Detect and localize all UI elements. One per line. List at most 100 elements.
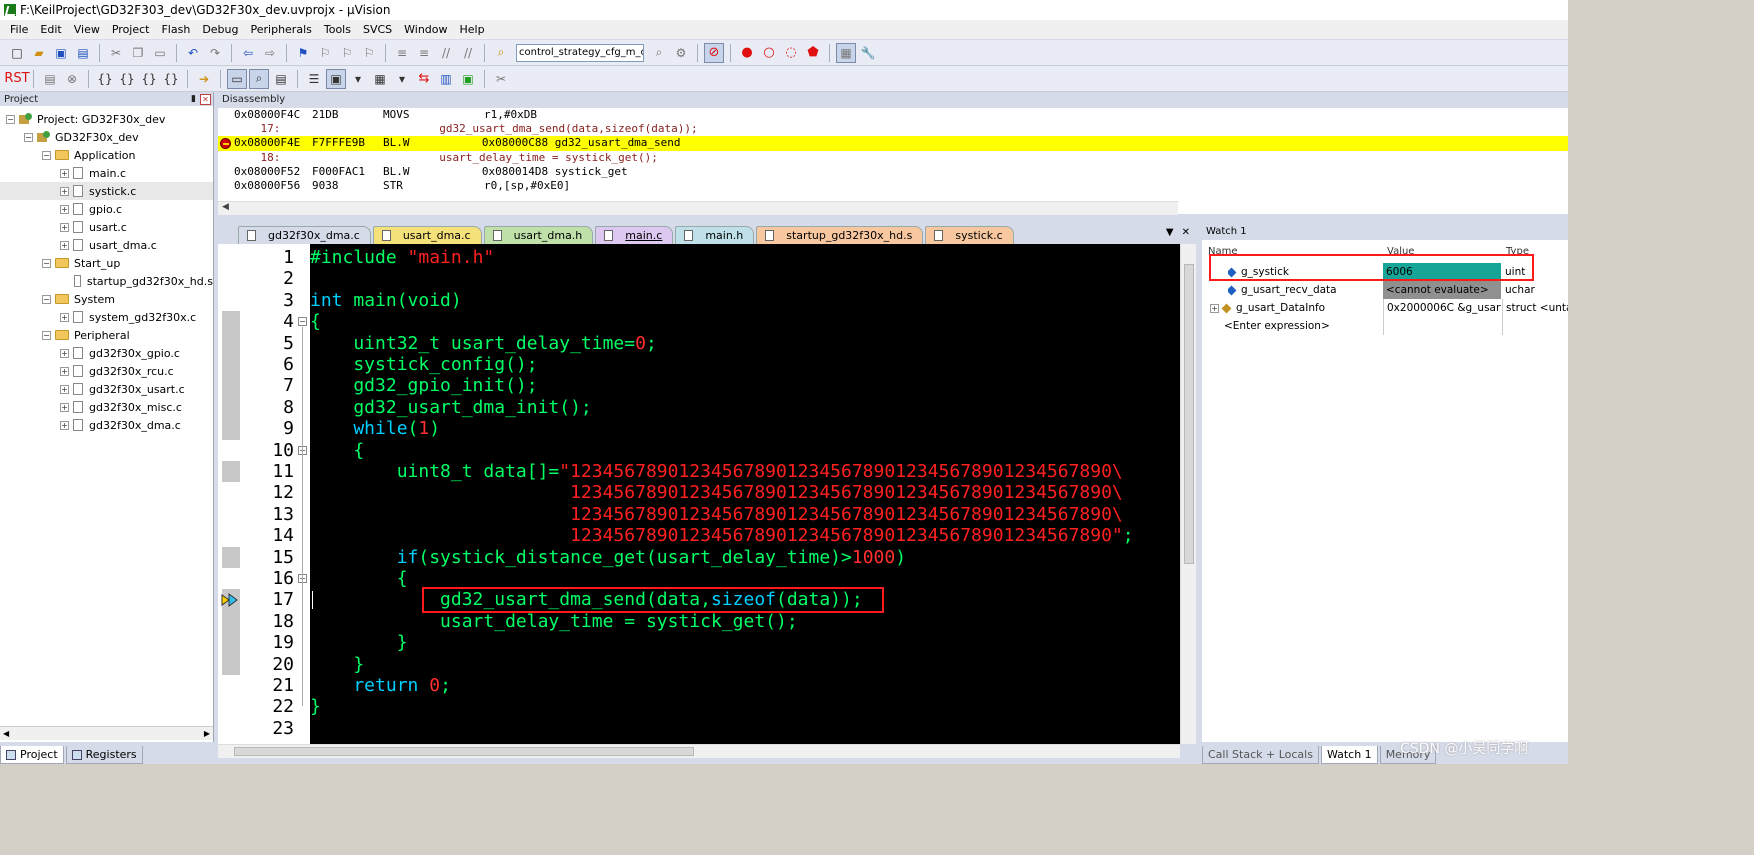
nav-back-icon[interactable]: ⇦ [238, 43, 258, 63]
step-out-icon[interactable]: {} [139, 69, 159, 89]
step-into-icon[interactable]: {} [95, 69, 115, 89]
code-line[interactable]: } [310, 654, 364, 675]
code-line[interactable]: systick_config(); [310, 354, 537, 375]
reset-icon[interactable]: RST [4, 69, 29, 89]
tree-file[interactable]: + gd32f30x_usart.c [0, 380, 213, 398]
serial-window-icon[interactable]: ▾ [392, 69, 412, 89]
tab-call-stack[interactable]: Call Stack + Locals [1202, 746, 1319, 764]
code-line[interactable]: uint8_t data[]="123456789012345678901234… [310, 461, 1123, 482]
tree-file[interactable]: + gd32f30x_dma.c [0, 416, 213, 434]
collapse-icon[interactable]: − [24, 132, 33, 142]
menu-peripherals[interactable]: Peripherals [245, 23, 318, 36]
symbols-window-icon[interactable]: ▤ [271, 69, 291, 89]
run-to-cursor-icon[interactable]: {} [161, 69, 181, 89]
editor-tab[interactable]: usart_dma.h [483, 226, 594, 244]
code-line[interactable]: gd32_gpio_init(); [310, 375, 537, 396]
code-line[interactable]: { [310, 440, 364, 461]
watch-value[interactable]: 0x2000006C &g_usart_... [1383, 299, 1501, 317]
tree-file[interactable]: + system_gd32f30x.c [0, 308, 213, 326]
collapse-icon[interactable]: − [42, 330, 51, 340]
unindent-icon[interactable]: ≡ [414, 43, 434, 63]
menu-window[interactable]: Window [398, 23, 453, 36]
disassembly-source-row[interactable]: 17: gd32_usart_dma_send(data,sizeof(data… [218, 122, 1568, 136]
editor-vscrollbar[interactable] [1180, 244, 1196, 744]
tree-file[interactable]: + gd32f30x_misc.c [0, 398, 213, 416]
executable-line-marker[interactable] [222, 461, 240, 483]
fold-toggle-icon[interactable]: − [298, 317, 307, 327]
tree-group-startup[interactable]: − Start_up [0, 254, 213, 272]
scroll-left-icon[interactable]: ◀ [3, 729, 9, 738]
editor-tab[interactable]: main.c [595, 226, 674, 244]
expand-icon[interactable]: + [60, 312, 69, 322]
scroll-left-icon[interactable]: ◀ [222, 202, 229, 212]
code-line[interactable]: 1234567890123456789012345678901234567890… [310, 525, 1134, 546]
code-line[interactable]: gd32_usart_dma_init(); [310, 397, 591, 418]
redo-icon[interactable]: ↷ [205, 43, 225, 63]
code-line[interactable]: { [310, 311, 321, 332]
scroll-thumb[interactable] [234, 747, 694, 756]
menu-project[interactable]: Project [106, 23, 156, 36]
pin-icon[interactable]: ▮ [191, 94, 196, 104]
expand-icon[interactable]: + [60, 402, 69, 412]
new-file-icon[interactable]: □ [7, 43, 27, 63]
tree-file[interactable]: + usart.c [0, 218, 213, 236]
executable-line-marker[interactable] [222, 311, 240, 440]
watch-value[interactable]: <cannot evaluate> [1383, 281, 1501, 299]
breakpoint-gutter[interactable] [218, 244, 240, 744]
editor-tab[interactable]: usart_dma.c [372, 226, 482, 244]
disassembly-current-row[interactable]: 0x08000F4E F7FFFE9B BL.W 0x08000C88 gd32_u… [218, 136, 1568, 151]
watch-row[interactable]: + g_usart_DataInfo 0x2000006C &g_usart_..… [1202, 299, 1568, 317]
stop-icon[interactable]: ⊗ [62, 69, 82, 89]
trace-window-icon[interactable]: ▥ [436, 69, 456, 89]
code-line[interactable]: uint32_t usart_delay_time=0; [310, 333, 656, 354]
menu-flash[interactable]: Flash [155, 23, 196, 36]
code-line[interactable]: } [310, 696, 321, 717]
kill-all-breakpoints-icon[interactable]: ⬟ [803, 43, 823, 63]
enable-breakpoint-icon[interactable]: ○ [759, 43, 779, 63]
code-editor[interactable]: 1234567891011121314151617181920212223 −−… [218, 244, 1180, 744]
menu-edit[interactable]: Edit [34, 23, 67, 36]
tree-file[interactable]: + gd32f30x_rcu.c [0, 362, 213, 380]
scroll-right-icon[interactable]: ▶ [204, 729, 210, 738]
analysis-window-icon[interactable]: ⇆ [414, 69, 434, 89]
collapse-icon[interactable]: − [42, 294, 51, 304]
close-icon[interactable]: ✕ [1182, 227, 1190, 238]
code-line[interactable]: { [310, 568, 408, 589]
expand-icon[interactable]: + [60, 186, 69, 196]
step-over-icon[interactable]: {} [117, 69, 137, 89]
expand-icon[interactable]: + [60, 384, 69, 394]
save-all-icon[interactable]: ▤ [73, 43, 93, 63]
expand-icon[interactable]: + [60, 222, 69, 232]
editor-tab[interactable]: gd32f30x_dma.c [238, 226, 371, 244]
run-icon[interactable]: ▤ [40, 69, 60, 89]
collapse-icon[interactable]: − [42, 150, 51, 160]
editor-tab[interactable]: startup_gd32f30x_hd.s [756, 226, 924, 244]
editor-tab[interactable]: main.h [675, 226, 755, 244]
tree-group-peripheral[interactable]: − Peripheral [0, 326, 213, 344]
copy-icon[interactable]: ❐ [128, 43, 148, 63]
system-viewer-icon[interactable]: ▣ [458, 69, 478, 89]
tree-file[interactable]: + main.c [0, 164, 213, 182]
comment-icon[interactable]: // [436, 43, 456, 63]
code-line[interactable]: return 0; [310, 675, 451, 696]
undo-icon[interactable]: ↶ [183, 43, 203, 63]
tree-root[interactable]: − Project: GD32F30x_dev [0, 110, 213, 128]
tree-file[interactable]: startup_gd32f30x_hd.s [0, 272, 213, 290]
tree-group-system[interactable]: − System [0, 290, 213, 308]
expand-icon[interactable]: + [60, 204, 69, 214]
expand-icon[interactable]: + [60, 240, 69, 250]
menu-view[interactable]: View [68, 23, 106, 36]
watch-window-icon[interactable]: ▾ [348, 69, 368, 89]
code-area[interactable]: #include "main.h" int main(void){ uint32_… [310, 244, 1178, 744]
disassembly-row[interactable]: 0x08000F4C 21DB MOVS r1,#0xDB [218, 108, 1568, 122]
find-icon[interactable]: ⌕ [649, 43, 669, 63]
next-bookmark-icon[interactable]: ⚐ [337, 43, 357, 63]
registers-window-icon[interactable]: ☰ [304, 69, 324, 89]
disassembly-window-icon[interactable]: ⌕ [249, 68, 269, 89]
watch-name[interactable]: <Enter expression> [1224, 317, 1382, 335]
toolbox-icon[interactable]: ✂ [491, 69, 511, 89]
tree-file[interactable]: + gpio.c [0, 200, 213, 218]
code-line[interactable]: usart_delay_time = systick_get(); [310, 611, 798, 632]
expand-icon[interactable]: + [60, 366, 69, 376]
save-icon[interactable]: ▣ [51, 43, 71, 63]
